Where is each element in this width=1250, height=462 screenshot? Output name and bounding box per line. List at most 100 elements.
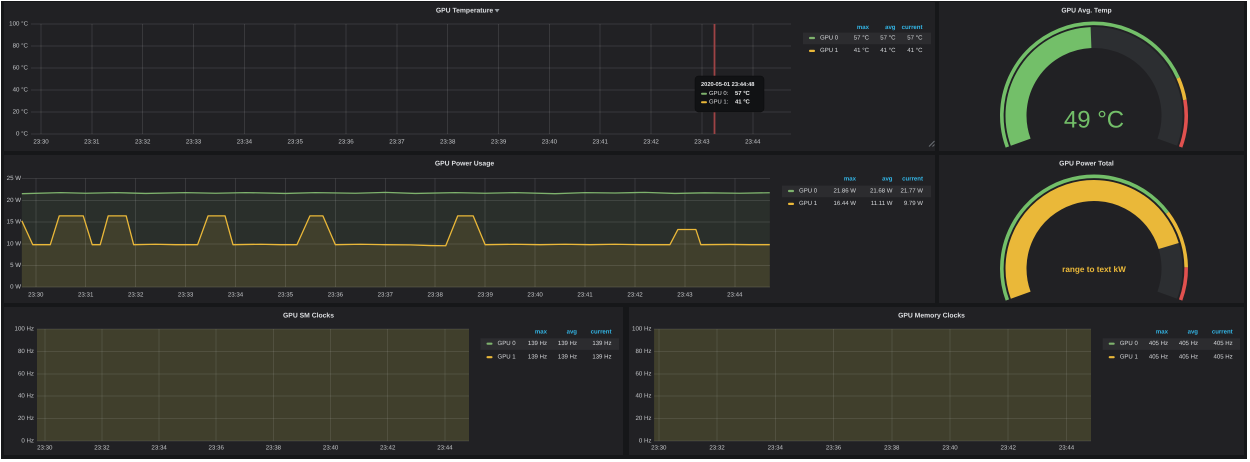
svg-text:139 Hz: 139 Hz [592, 354, 611, 361]
svg-text:60 Hz: 60 Hz [635, 370, 651, 377]
svg-text:40 Hz: 40 Hz [18, 393, 34, 400]
svg-text:41 °C: 41 °C [735, 99, 751, 106]
svg-text:0 °C: 0 °C [16, 131, 29, 138]
svg-text:GPU 0: GPU 0 [820, 34, 839, 41]
svg-text:15 W: 15 W [7, 219, 22, 226]
svg-text:23:39: 23:39 [478, 292, 494, 299]
svg-text:23:31: 23:31 [78, 292, 94, 299]
svg-text:23:43: 23:43 [694, 139, 710, 146]
svg-text:23:34: 23:34 [237, 139, 253, 146]
svg-text:23:34: 23:34 [228, 292, 244, 299]
svg-text:GPU SM Clocks: GPU SM Clocks [283, 312, 334, 319]
svg-text:GPU 1:: GPU 1: [709, 99, 729, 106]
svg-text:23:30: 23:30 [651, 445, 667, 452]
svg-text:avg: avg [882, 177, 893, 183]
svg-text:23:32: 23:32 [94, 445, 110, 452]
svg-text:25 W: 25 W [7, 175, 22, 182]
svg-text:139 Hz: 139 Hz [528, 354, 547, 361]
svg-text:GPU Power Usage: GPU Power Usage [435, 160, 495, 167]
svg-text:0 W: 0 W [10, 284, 21, 291]
svg-text:max: max [857, 25, 870, 31]
svg-text:23:30: 23:30 [33, 139, 49, 146]
svg-text:405 Hz: 405 Hz [1149, 354, 1168, 361]
svg-text:23:44: 23:44 [727, 292, 743, 299]
svg-text:405 Hz: 405 Hz [1179, 354, 1198, 361]
svg-text:GPU 0:: GPU 0: [709, 90, 729, 97]
svg-text:40 °C: 40 °C [13, 87, 29, 94]
svg-text:GPU 1: GPU 1 [498, 354, 517, 361]
svg-text:23:40: 23:40 [527, 292, 543, 299]
svg-text:GPU 1: GPU 1 [820, 47, 839, 54]
svg-text:405 Hz: 405 Hz [1214, 340, 1233, 347]
svg-text:405 Hz: 405 Hz [1149, 340, 1168, 347]
svg-text:23:44: 23:44 [1059, 445, 1075, 452]
svg-text:GPU 1: GPU 1 [799, 200, 818, 207]
svg-text:23:40: 23:40 [542, 139, 558, 146]
svg-text:23:42: 23:42 [627, 292, 643, 299]
svg-text:23:30: 23:30 [28, 292, 44, 299]
svg-text:23:43: 23:43 [677, 292, 693, 299]
svg-text:5 W: 5 W [10, 262, 21, 269]
svg-text:23:35: 23:35 [288, 139, 304, 146]
svg-text:23:32: 23:32 [135, 139, 151, 146]
svg-text:23:36: 23:36 [826, 445, 842, 452]
svg-text:405 Hz: 405 Hz [1179, 340, 1198, 347]
svg-text:current: current [902, 25, 923, 31]
svg-text:139 Hz: 139 Hz [558, 354, 577, 361]
svg-text:2020-05-01 23:44:48: 2020-05-01 23:44:48 [701, 82, 754, 88]
svg-text:GPU 0: GPU 0 [1120, 340, 1139, 347]
svg-text:23:41: 23:41 [593, 139, 609, 146]
svg-text:20 Hz: 20 Hz [635, 415, 651, 422]
svg-text:GPU Avg. Temp: GPU Avg. Temp [1061, 7, 1111, 14]
svg-text:21.77 W: 21.77 W [900, 187, 923, 194]
svg-text:avg: avg [1188, 330, 1199, 336]
svg-text:GPU 1: GPU 1 [1120, 354, 1139, 361]
svg-text:23:33: 23:33 [186, 139, 202, 146]
svg-text:139 Hz: 139 Hz [558, 340, 577, 347]
svg-text:23:42: 23:42 [1001, 445, 1017, 452]
svg-text:23:42: 23:42 [643, 139, 659, 146]
svg-text:23:32: 23:32 [128, 292, 144, 299]
svg-text:405 Hz: 405 Hz [1214, 354, 1233, 361]
svg-text:80 Hz: 80 Hz [18, 348, 34, 355]
svg-text:100 Hz: 100 Hz [632, 326, 651, 333]
svg-text:max: max [1156, 330, 1169, 336]
svg-text:23:34: 23:34 [768, 445, 784, 452]
svg-text:23:40: 23:40 [942, 445, 958, 452]
svg-text:0 Hz: 0 Hz [639, 438, 652, 445]
svg-text:23:38: 23:38 [266, 445, 282, 452]
svg-text:max: max [535, 330, 548, 336]
svg-text:23:36: 23:36 [328, 292, 344, 299]
svg-text:max: max [844, 177, 857, 183]
svg-text:23:33: 23:33 [178, 292, 194, 299]
svg-text:10 W: 10 W [7, 240, 22, 247]
svg-text:23:42: 23:42 [380, 445, 396, 452]
svg-text:GPU Power Total: GPU Power Total [1059, 160, 1114, 167]
svg-text:23:39: 23:39 [491, 139, 507, 146]
svg-text:60 °C: 60 °C [13, 65, 29, 72]
svg-text:57 °C: 57 °C [735, 90, 751, 97]
svg-text:current: current [1212, 330, 1233, 336]
svg-text:23:37: 23:37 [378, 292, 394, 299]
svg-text:16.44 W: 16.44 W [833, 200, 856, 207]
svg-text:23:44: 23:44 [745, 139, 761, 146]
svg-text:100 Hz: 100 Hz [15, 326, 34, 333]
svg-text:57 °C: 57 °C [854, 34, 870, 41]
svg-text:80 Hz: 80 Hz [635, 348, 651, 355]
svg-text:23:38: 23:38 [884, 445, 900, 452]
svg-text:23:37: 23:37 [389, 139, 405, 146]
svg-text:23:35: 23:35 [278, 292, 294, 299]
svg-text:23:38: 23:38 [440, 139, 456, 146]
svg-text:23:41: 23:41 [577, 292, 593, 299]
svg-text:57 °C: 57 °C [907, 34, 923, 41]
svg-text:23:36: 23:36 [338, 139, 354, 146]
svg-text:23:31: 23:31 [84, 139, 100, 146]
svg-text:11.11 W: 11.11 W [871, 200, 893, 207]
svg-text:100 °C: 100 °C [9, 21, 28, 28]
svg-text:GPU Temperature: GPU Temperature [436, 7, 494, 14]
svg-text:40 Hz: 40 Hz [635, 393, 651, 400]
svg-text:80 °C: 80 °C [13, 43, 29, 50]
svg-text:139 Hz: 139 Hz [528, 340, 547, 347]
svg-text:23:36: 23:36 [209, 445, 225, 452]
svg-text:0 Hz: 0 Hz [21, 438, 34, 445]
